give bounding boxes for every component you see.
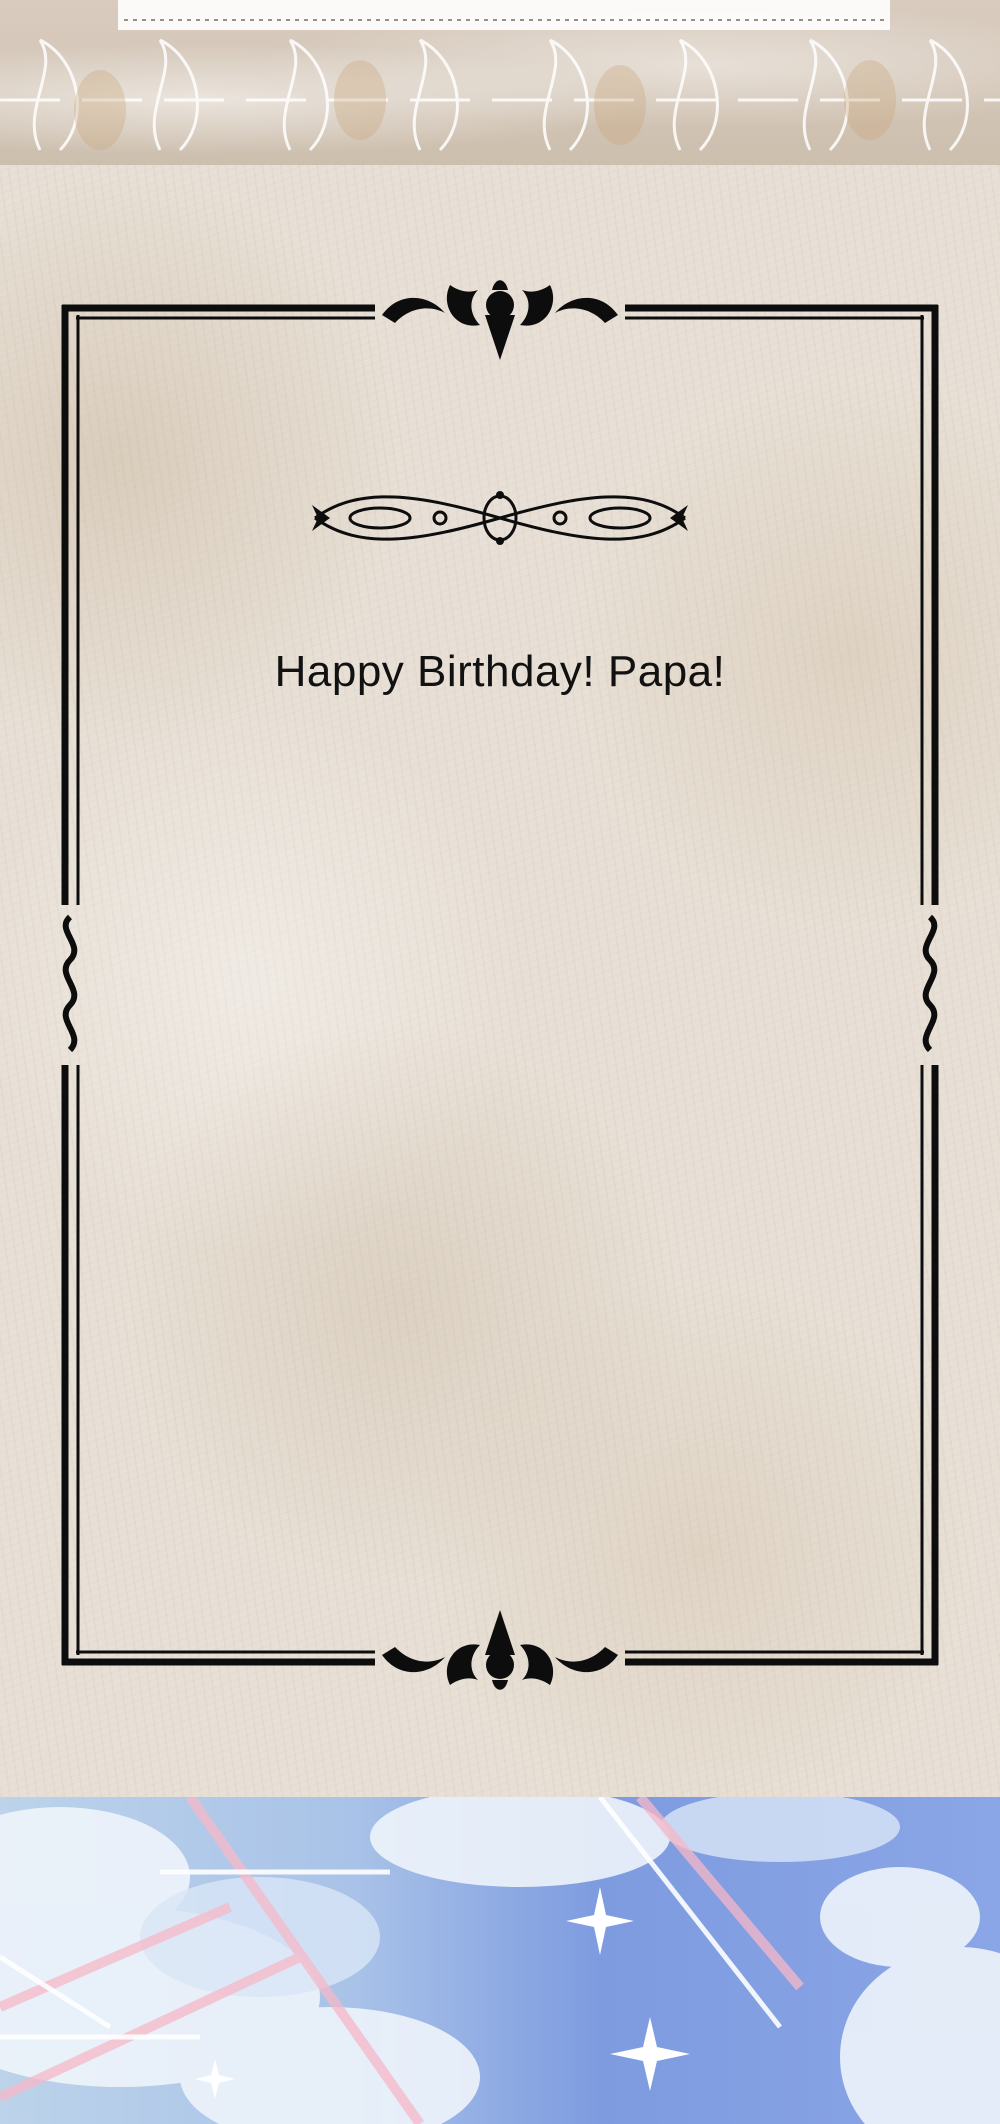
greeting-text: Happy Birthday! Papa! — [274, 647, 726, 696]
top-flourish-icon — [382, 280, 618, 360]
sky-panel — [0, 1797, 1000, 2124]
sky-scene — [0, 1797, 1000, 2124]
ornamental-frame — [61, 280, 939, 1690]
right-side-flourish-icon — [922, 914, 938, 1053]
left-side-flourish-icon — [62, 914, 78, 1053]
lace-ornament-band — [0, 0, 1000, 165]
bottom-flourish-icon — [382, 1610, 618, 1690]
filigree-divider-icon — [314, 494, 686, 542]
comic-page: Happy Birthday! Papa! — [0, 0, 1000, 2124]
lace-pattern-icon — [0, 0, 1000, 152]
parchment-panel: Happy Birthday! Papa! — [0, 165, 1000, 1797]
